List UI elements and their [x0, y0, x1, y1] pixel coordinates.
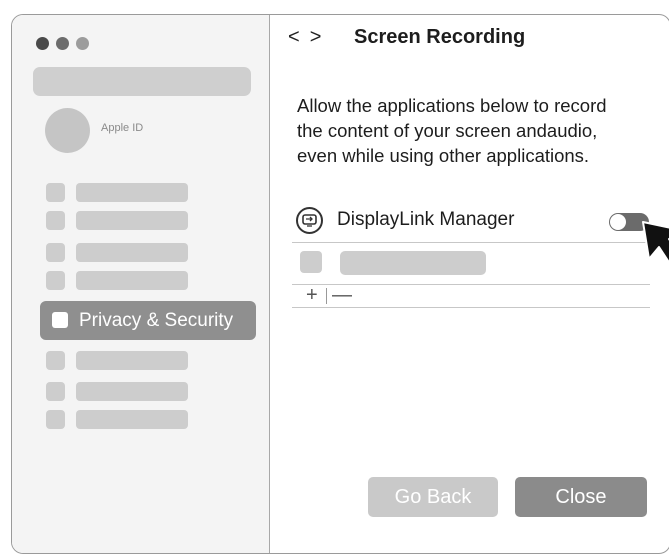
app-list-row-placeholder [292, 243, 650, 285]
back-chevron-icon[interactable]: < [288, 26, 310, 48]
minimize-window-dot[interactable] [56, 37, 69, 50]
apple-id-label: Apple ID [101, 122, 144, 134]
sidebar-item-label-placeholder [76, 382, 188, 401]
sidebar-item-icon [46, 410, 65, 429]
toggle-knob [610, 214, 626, 230]
displaylink-glyph-icon [302, 214, 317, 227]
app-name: DisplayLink Manager [337, 209, 515, 230]
sidebar-item-label-placeholder [76, 410, 188, 429]
sidebar-item-label-placeholder [76, 183, 188, 202]
add-app-button[interactable]: + [306, 284, 318, 306]
close-window-dot[interactable] [36, 37, 49, 50]
sidebar-item-icon [46, 382, 65, 401]
sidebar-item-icon [46, 183, 65, 202]
sidebar-item-label: Privacy & Security [79, 310, 234, 331]
settings-window: Apple ID Privacy & Security <> Screen Re… [11, 14, 669, 554]
displaylink-app-icon [296, 207, 323, 234]
sidebar-item-icon [46, 351, 65, 370]
privacy-security-icon [52, 312, 68, 328]
zoom-window-dot[interactable] [76, 37, 89, 50]
sidebar-item-label-placeholder [76, 243, 188, 262]
add-remove-controls: + — [292, 284, 650, 308]
sidebar-item-label-placeholder [76, 271, 188, 290]
go-back-button[interactable]: Go Back [368, 477, 498, 517]
history-nav: <> [288, 26, 331, 49]
sidebar: Apple ID Privacy & Security [12, 15, 270, 553]
main-pane: <> Screen Recording Allow the applicatio… [270, 15, 669, 553]
sidebar-item-label-placeholder [76, 351, 188, 370]
window-controls [36, 37, 89, 50]
search-field-placeholder[interactable] [33, 67, 251, 96]
sidebar-item-icon [46, 211, 65, 230]
close-button[interactable]: Close [515, 477, 647, 517]
page-title: Screen Recording [354, 26, 526, 48]
description-text: Allow the applications below to record t… [297, 95, 607, 166]
app-icon-placeholder [300, 251, 322, 273]
avatar[interactable] [45, 108, 90, 153]
sidebar-item-icon [46, 243, 65, 262]
sidebar-item-privacy-security[interactable]: Privacy & Security [40, 301, 256, 340]
app-list-row: DisplayLink Manager [292, 206, 650, 243]
forward-chevron-icon[interactable]: > [310, 26, 332, 48]
app-name-placeholder [340, 251, 486, 275]
sidebar-item-icon [46, 271, 65, 290]
divider [326, 288, 327, 304]
sidebar-item-label-placeholder [76, 211, 188, 230]
remove-app-button[interactable]: — [332, 284, 352, 306]
